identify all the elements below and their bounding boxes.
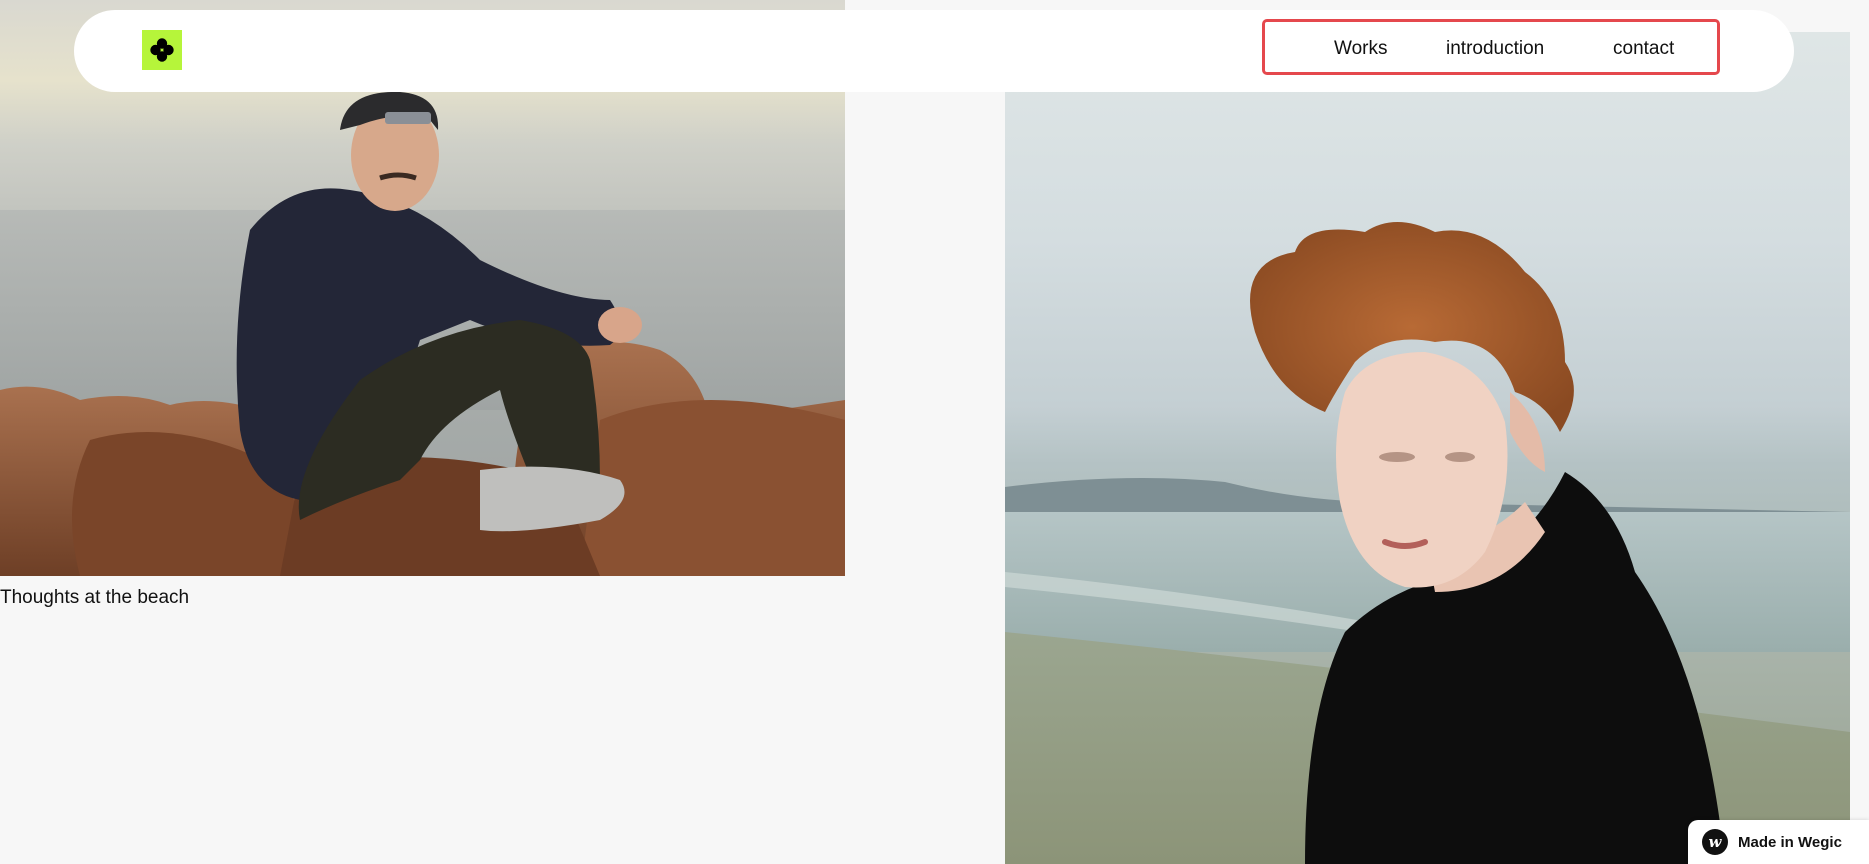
clover-icon [150, 38, 174, 62]
work-image-portrait-beach[interactable] [1005, 32, 1850, 864]
page: Thoughts at the beach Works introduction… [0, 0, 1869, 864]
site-logo[interactable] [142, 30, 182, 70]
work-caption[interactable]: Thoughts at the beach [0, 587, 189, 609]
nav-link-introduction[interactable]: introduction [1446, 38, 1544, 60]
wegic-badge-label: Made in Wegic [1738, 833, 1842, 851]
nav-link-works[interactable]: Works [1334, 38, 1387, 60]
nav-link-contact[interactable]: contact [1613, 38, 1674, 60]
site-header: Works introduction contact [74, 10, 1794, 92]
photo-red-hair-portrait [1005, 222, 1850, 864]
wegic-logo-icon: w [1702, 829, 1728, 855]
made-in-wegic-badge[interactable]: w Made in Wegic [1688, 820, 1869, 864]
